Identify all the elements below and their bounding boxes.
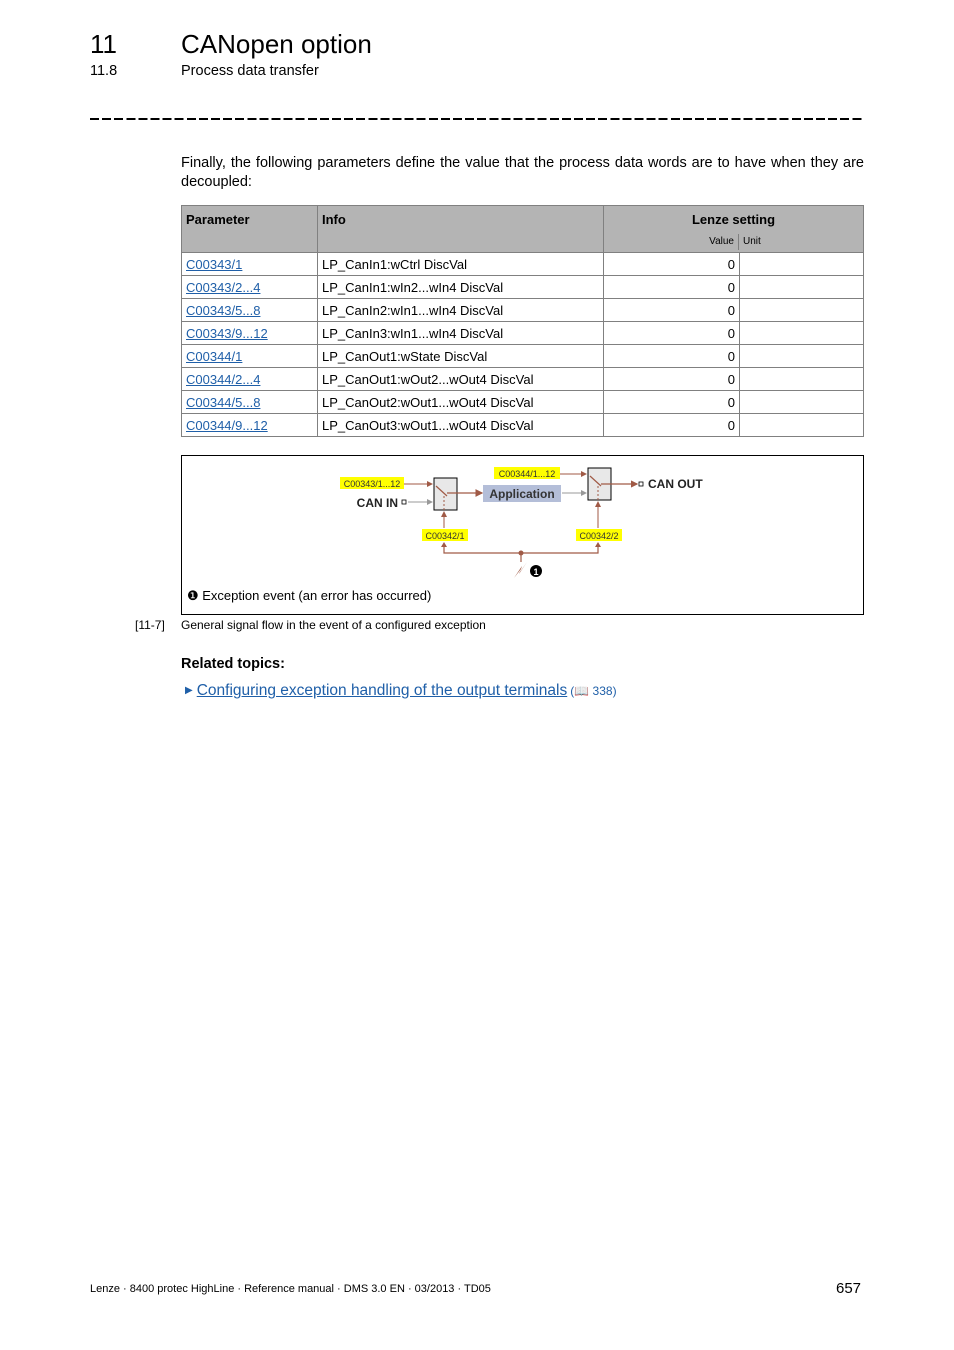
- table-row: C00344/9...12 LP_CanOut3:wOut1...wOut4 Di…: [181, 413, 864, 437]
- cell-value: 0: [603, 275, 740, 299]
- exception-marker-number: 1: [533, 567, 538, 577]
- related-topic-link[interactable]: Configuring exception handling of the ou…: [197, 682, 568, 699]
- cell-parameter: C00343/2...4: [181, 275, 318, 299]
- chapter-number: 11: [90, 29, 117, 59]
- cell-parameter: C00343/5...8: [181, 298, 318, 322]
- triangle-right-icon: ▶: [185, 685, 193, 696]
- cell-unit: [739, 390, 864, 414]
- parameter-link[interactable]: C00343/9...12: [186, 326, 268, 341]
- related-topic-item: ▶ Configuring exception handling of the o…: [185, 682, 617, 700]
- book-icon: 📖: [574, 684, 590, 698]
- exception-arrow-right: [595, 542, 601, 547]
- cell-value: 0: [603, 344, 740, 368]
- c344-label: C00344/1...12: [499, 469, 556, 479]
- cell-unit: [739, 321, 864, 345]
- cell-parameter: C00344/9...12: [181, 413, 318, 437]
- cell-unit: [739, 367, 864, 391]
- cell-info: LP_CanOut1:wState DiscVal: [317, 344, 604, 368]
- cell-info: LP_CanIn3:wIn1...wIn4 DiscVal: [317, 321, 604, 345]
- header-info: Info: [317, 205, 604, 253]
- page-ref-number: 338: [592, 684, 613, 698]
- table-header-row: Parameter Info Lenze setting Value Unit: [181, 205, 864, 253]
- c342-2-label: C00342/2: [579, 531, 618, 541]
- c343-label: C00343/1...12: [344, 479, 401, 489]
- cell-unit: [739, 344, 864, 368]
- lightning-icon: [514, 562, 527, 578]
- parameter-link[interactable]: C00343/1: [186, 257, 242, 272]
- can-out-label: CAN OUT: [648, 477, 703, 491]
- cell-info: LP_CanIn2:wIn1...wIn4 DiscVal: [317, 298, 604, 322]
- header-unit: Unit: [743, 236, 761, 247]
- c342-1-label: C00342/1: [425, 531, 464, 541]
- cell-value: 0: [603, 298, 740, 322]
- cell-value: 0: [603, 252, 740, 276]
- cell-info: LP_CanIn1:wCtrl DiscVal: [317, 252, 604, 276]
- parameter-link[interactable]: C00344/1: [186, 349, 242, 364]
- cell-unit: [739, 413, 864, 437]
- cell-info: LP_CanIn1:wIn2...wIn4 DiscVal: [317, 275, 604, 299]
- parameter-table: Parameter Info Lenze setting Value Unit …: [181, 205, 864, 437]
- cell-value: 0: [603, 390, 740, 414]
- cell-value: 0: [603, 367, 740, 391]
- can-out-port-icon: [638, 481, 644, 487]
- cell-unit: [739, 252, 864, 276]
- section-title: Process data transfer: [181, 63, 319, 79]
- parameter-link[interactable]: C00344/5...8: [186, 395, 260, 410]
- header-value: Value: [604, 234, 739, 250]
- page-reference[interactable]: (📖 338): [570, 684, 616, 698]
- page-number: 657: [836, 1280, 862, 1297]
- cell-parameter: C00344/1: [181, 344, 318, 368]
- signal-flow-diagram: Application 1 C00343/1...12 C00344/1...1…: [181, 455, 864, 615]
- cell-parameter: C00344/5...8: [181, 390, 318, 414]
- related-topics-heading: Related topics:: [181, 656, 285, 672]
- header-divider: [90, 118, 862, 120]
- section-number: 11.8: [90, 63, 118, 79]
- table-row: C00343/2...4 LP_CanIn1:wIn2...wIn4 DiscVa…: [181, 275, 864, 299]
- cell-info: LP_CanOut2:wOut1...wOut4 DiscVal: [317, 390, 604, 414]
- table-row: C00344/5...8 LP_CanOut2:wOut1...wOut4 Dis…: [181, 390, 864, 414]
- intro-paragraph: Finally, the following parameters define…: [181, 155, 864, 190]
- lenze-setting-title: Lenze setting: [691, 212, 776, 227]
- application-label: Application: [489, 487, 554, 501]
- cell-parameter: C00343/1: [181, 252, 318, 276]
- header-lenze-setting: Lenze setting Value Unit: [603, 205, 864, 253]
- cell-parameter: C00344/2...4: [181, 367, 318, 391]
- cell-parameter: C00343/9...12: [181, 321, 318, 345]
- table-row: C00343/9...12 LP_CanIn3:wIn1...wIn4 DiscV…: [181, 321, 864, 345]
- parameter-link[interactable]: C00344/9...12: [186, 418, 268, 433]
- figure-caption: General signal flow in the event of a co…: [181, 618, 486, 632]
- chapter-title: CANopen option: [181, 29, 372, 59]
- figure-number: [11-7]: [135, 618, 165, 632]
- cell-value: 0: [603, 321, 740, 345]
- can-in-port-icon: [401, 499, 407, 505]
- table-row: C00344/1 LP_CanOut1:wState DiscVal 0: [181, 344, 864, 368]
- parameter-link[interactable]: C00343/2...4: [186, 280, 260, 295]
- exception-arrow-left: [441, 542, 447, 547]
- can-in-label: CAN IN: [357, 496, 398, 510]
- table-row: C00344/2...4 LP_CanOut1:wOut2...wOut4 Dis…: [181, 367, 864, 391]
- cell-info: LP_CanOut3:wOut1...wOut4 DiscVal: [317, 413, 604, 437]
- diagram-legend: ❶ Exception event (an error has occurred…: [187, 588, 432, 603]
- cell-info: LP_CanOut1:wOut2...wOut4 DiscVal: [317, 367, 604, 391]
- header-parameter: Parameter: [181, 205, 318, 253]
- cell-unit: [739, 298, 864, 322]
- cell-value: 0: [603, 413, 740, 437]
- cell-unit: [739, 275, 864, 299]
- parameter-link[interactable]: C00344/2...4: [186, 372, 260, 387]
- table-row: C00343/1 LP_CanIn1:wCtrl DiscVal 0: [181, 252, 864, 276]
- footer-document-info: Lenze · 8400 protec HighLine · Reference…: [90, 1283, 491, 1295]
- parameter-link[interactable]: C00343/5...8: [186, 303, 260, 318]
- table-row: C00343/5...8 LP_CanIn2:wIn1...wIn4 DiscVa…: [181, 298, 864, 322]
